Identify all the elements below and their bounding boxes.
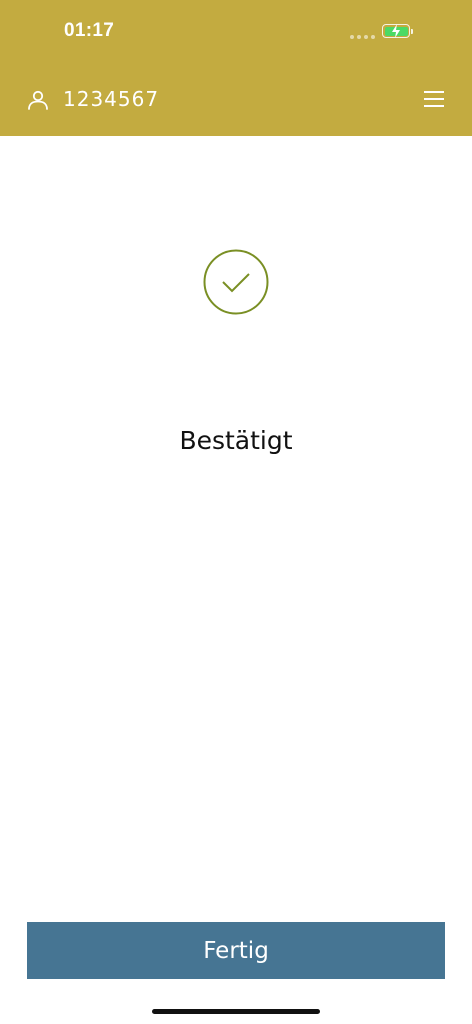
signal-strength-icon [350, 35, 375, 39]
user-icon [28, 90, 48, 110]
charging-bolt-icon [392, 24, 400, 38]
battery-cap [411, 29, 413, 34]
home-indicator[interactable] [152, 1009, 320, 1014]
confirmation-title: Bestätigt [179, 426, 293, 455]
status-time: 01:17 [64, 20, 115, 41]
app-header: 01:17 1234567 [0, 0, 472, 136]
hamburger-menu-icon[interactable] [423, 90, 445, 108]
checkmark-circle-icon [203, 249, 269, 315]
user-id: 1234567 [63, 87, 160, 111]
done-button[interactable]: Fertig [27, 922, 445, 979]
